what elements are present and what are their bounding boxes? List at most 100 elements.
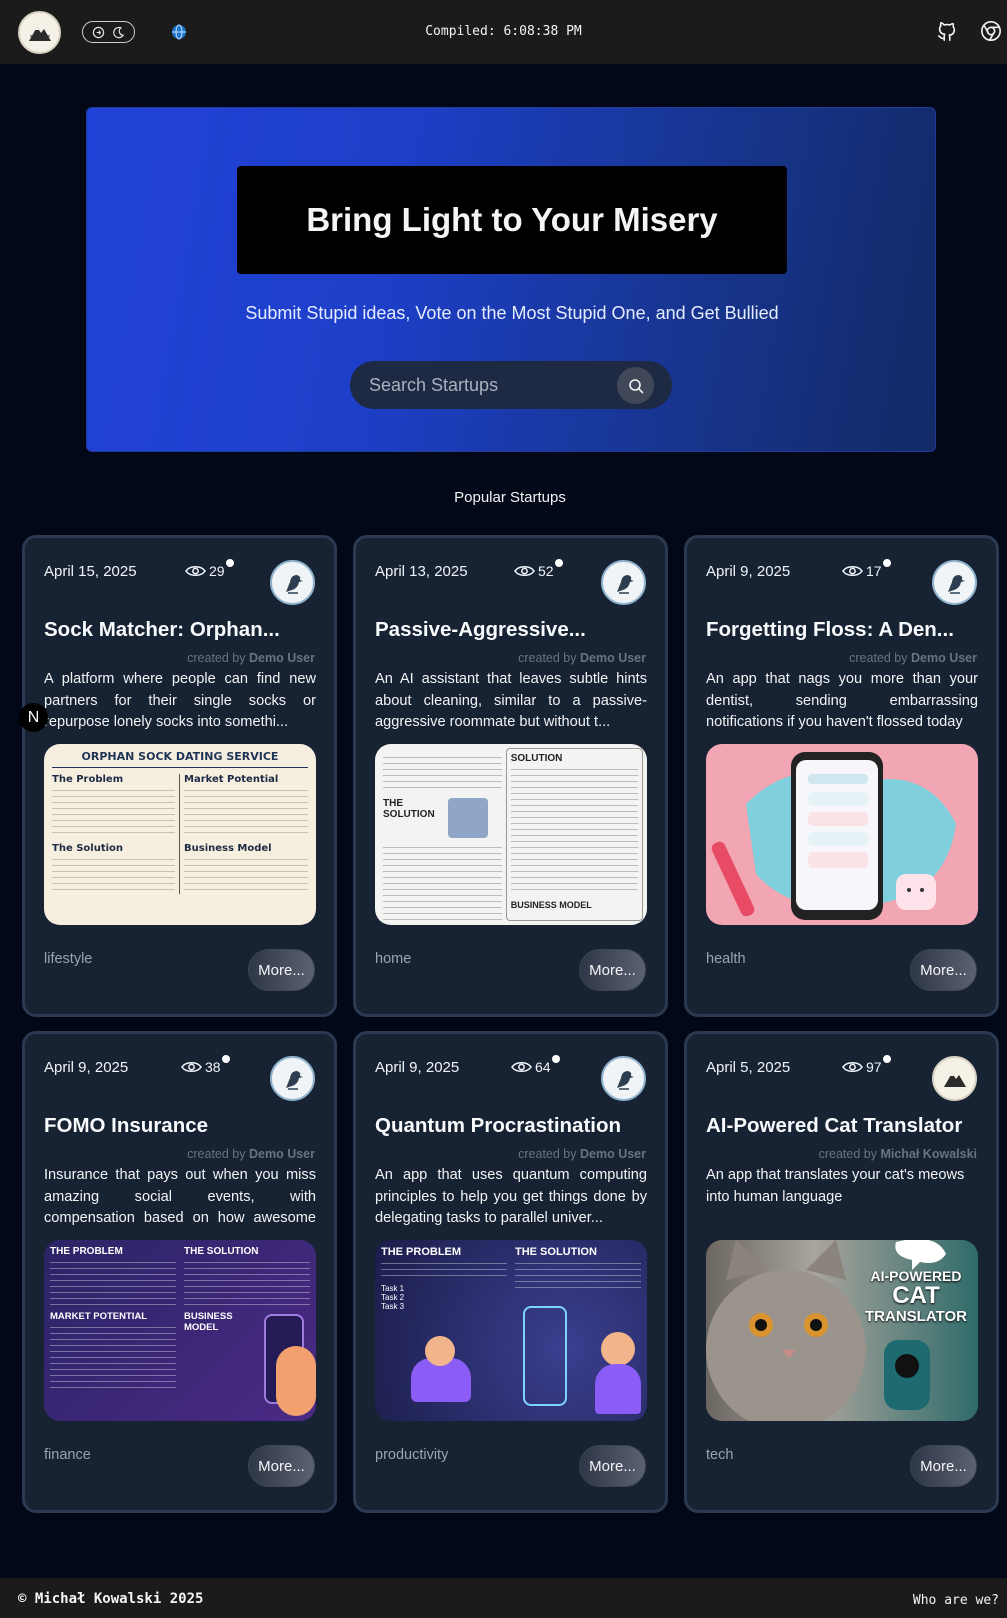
top-bar: Compiled: 6:08:38 PM [0,0,1007,64]
unread-dot [882,1055,891,1063]
thumb-heading: SOLUTION [510,753,563,764]
eye-icon [842,1061,863,1073]
unread-dot [225,559,234,567]
search-bar [350,361,672,409]
view-count: 64 [511,1055,560,1075]
thumb-heading: MARKET POTENTIAL [50,1311,148,1322]
more-button[interactable]: More... [579,1445,646,1487]
creator-name: Demo User [580,651,646,665]
thumb-heading: Market Potential [184,774,279,785]
startup-card[interactable]: April 9, 2025 38 FOMO Insurance created … [22,1031,337,1513]
view-count-value: 97 [866,1059,882,1075]
hero-title: Bring Light to Your Misery [306,201,718,238]
thumb-heading: THE SOLUTION [515,1246,597,1258]
more-button[interactable]: More... [579,949,646,991]
view-count: 38 [181,1055,230,1075]
startup-card[interactable]: April 13, 2025 52 Passive-Aggressive... … [353,535,668,1017]
phone-floss-illustration [711,752,956,920]
card-thumbnail[interactable]: THE SOLUTION SOLUTION BUSINESS MODEL [375,744,647,925]
hero-title-box: Bring Light to Your Misery [237,166,787,274]
card-thumbnail[interactable]: AI-POWERED CAT TRANSLATOR [706,1240,978,1421]
startup-card[interactable]: April 9, 2025 17 Forgetting Floss: A Den… [684,535,999,1017]
creator-name: Demo User [249,651,315,665]
thumb-heading: TRANSLATOR [865,1308,967,1325]
card-title[interactable]: Quantum Procrastination [375,1114,650,1138]
person-head [601,1332,635,1366]
view-count: 29 [185,559,234,579]
card-description: An app that translates your cat's meows … [706,1167,965,1205]
card-creator: created by Demo User [518,651,646,665]
more-button[interactable]: More... [910,949,977,991]
card-creator: created by Demo User [187,1147,315,1161]
created-by-label: created by [818,1147,877,1161]
avatar[interactable] [270,1056,315,1101]
card-title[interactable]: AI-Powered Cat Translator [706,1114,981,1138]
view-count: 52 [514,559,563,579]
startup-card[interactable]: April 15, 2025 29 Sock Matcher: Orphan..… [22,535,337,1017]
search-button[interactable] [617,367,654,404]
card-category: lifestyle [44,951,93,967]
thumb-heading: CAT [892,1282,940,1309]
person-illustration [595,1364,641,1414]
startup-card[interactable]: April 5, 2025 97 AI-Powered Cat Translat… [684,1031,999,1513]
card-category: health [706,951,746,967]
card-thumbnail[interactable]: THE PROBLEM Task 1 Task 2 Task 3 THE SOL… [375,1240,647,1421]
compiled-time: Compiled: 6:08:38 PM [425,24,582,39]
unread-dot [551,1055,560,1063]
hero-subtitle: Submit Stupid ideas, Vote on the Most St… [245,303,779,323]
card-thumbnail[interactable] [706,744,978,925]
card-description: Insurance that pays out when you miss am… [44,1167,316,1226]
thumb-heading: Business Model [184,843,272,854]
card-description: An AI assistant that leaves subtle hints… [375,671,647,730]
more-button[interactable]: More... [910,1445,977,1487]
eye-icon [514,565,535,577]
card-category: home [375,951,412,967]
card-date: April 15, 2025 [44,563,137,580]
bird-avatar-icon [285,574,303,594]
card-title[interactable]: FOMO Insurance [44,1114,319,1138]
card-creator: created by Demo User [518,1147,646,1161]
mountain-avatar-icon [943,1072,966,1087]
card-title[interactable]: Sock Matcher: Orphan... [44,618,319,642]
startup-card[interactable]: April 9, 2025 64 Quantum Procrastination… [353,1031,668,1513]
more-button[interactable]: More... [248,949,315,991]
eye-icon [511,1061,532,1073]
eye-icon [842,565,863,577]
card-thumbnail[interactable]: ORPHAN SOCK DATING SERVICE The Problem T… [44,744,316,925]
who-are-we-link[interactable]: Who are we? [913,1593,999,1608]
search-input[interactable] [369,374,609,396]
avatar[interactable] [601,560,646,605]
card-category: tech [706,1447,734,1463]
more-button[interactable]: More... [248,1445,315,1487]
unread-dot [221,1055,230,1063]
card-description: A platform where people can find new par… [44,671,316,730]
card-title[interactable]: Passive-Aggressive... [375,618,650,642]
card-thumbnail[interactable]: THE PROBLEM MARKET POTENTIAL THE SOLUTIO… [44,1240,316,1421]
github-icon[interactable] [936,20,958,42]
thumb-heading: THE PROBLEM [381,1246,462,1258]
avatar[interactable] [601,1056,646,1101]
task-item: Task 1 [381,1284,405,1293]
thumb-heading: BUSINESS MODEL [184,1311,233,1333]
avatar[interactable] [932,560,977,605]
bird-avatar-icon [616,574,634,594]
card-creator: created by Michał Kowalski [819,1147,977,1161]
thumb-heading: THE PROBLEM [50,1246,123,1257]
card-title[interactable]: Forgetting Floss: A Den... [706,618,981,642]
chrome-icon[interactable] [980,20,1002,42]
avatar[interactable] [270,560,315,605]
dev-indicator-badge[interactable]: N [19,703,48,732]
creator-name: Demo User [580,1147,646,1161]
creator-name: Demo User [249,1147,315,1161]
view-count-value: 52 [538,563,554,579]
unread-dot [554,559,563,567]
view-count-value: 38 [205,1059,221,1075]
avatar[interactable] [932,1056,977,1101]
unread-dot [882,559,891,567]
card-date: April 9, 2025 [375,1059,460,1076]
thumb-heading: BUSINESS MODEL [510,900,592,910]
card-description: An app that nags you more than your dent… [706,671,978,730]
card-description: An app that uses quantum computing princ… [375,1167,647,1226]
person-head [425,1336,455,1366]
copyright-text: © Michał Kowalski 2025 [18,1591,204,1607]
